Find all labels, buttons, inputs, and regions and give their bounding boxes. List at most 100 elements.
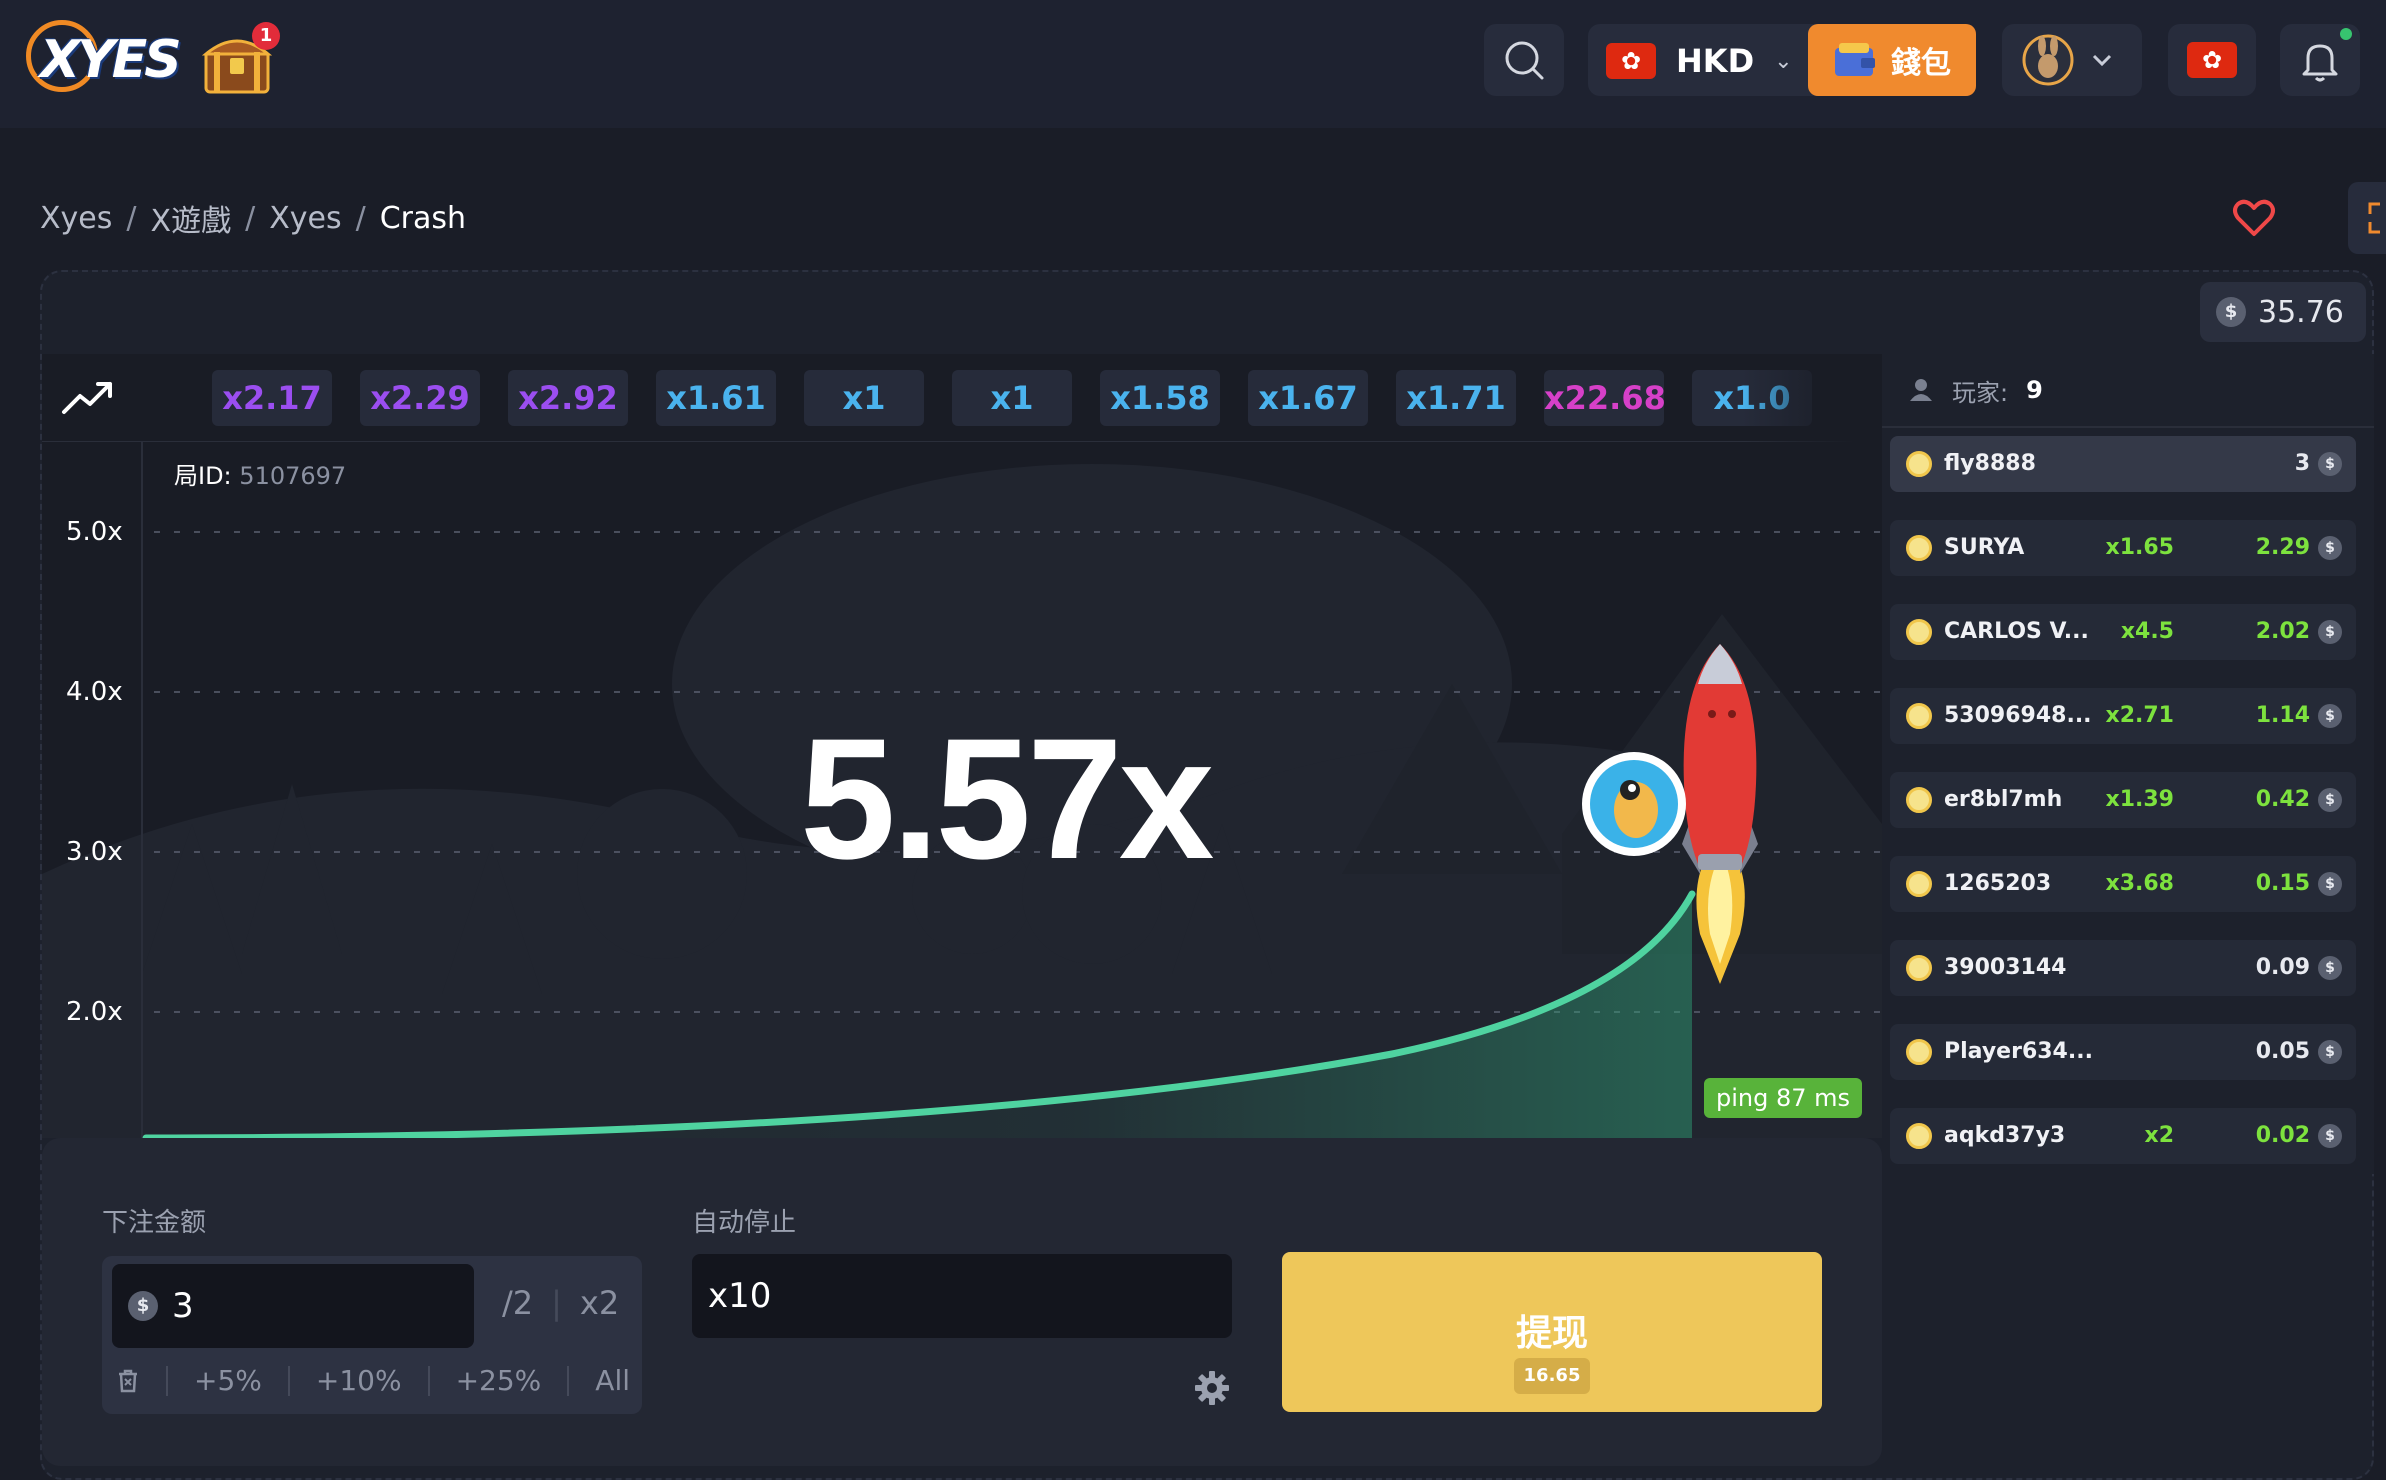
quick-divider xyxy=(287,1365,290,1396)
player-multiplier: x1.65 xyxy=(2105,535,2174,560)
astronaut-icon xyxy=(1582,752,1686,856)
bet-amount-value: 3 xyxy=(172,1286,194,1326)
history-chip[interactable]: x2.92 xyxy=(508,370,628,426)
players-header: 玩家: 9 xyxy=(1882,354,2374,428)
player-name: 1265203 xyxy=(1944,871,2052,896)
history-list: x2.17 x2.29 x2.92 x1.61 x1 x1 x1.58 x1.67 x1.71 x… xyxy=(212,370,1812,426)
treasure-chest-icon[interactable]: 1 xyxy=(200,22,280,100)
wallet-label: 錢包 xyxy=(1891,46,1951,81)
players-panel: 玩家: 9 fly8888 3 $ SURYA x1.65 2.29 $ CARLOS V..… xyxy=(1882,354,2374,1174)
player-amount: 0.05 xyxy=(2255,1039,2310,1064)
currency-code: HKD xyxy=(1676,42,1755,80)
cashout-button[interactable]: 提现 16.65 xyxy=(1282,1252,1822,1412)
history-chip[interactable]: x1 xyxy=(952,370,1072,426)
history-chip[interactable]: x1.61 xyxy=(656,370,776,426)
player-name: fly8888 xyxy=(1944,451,2036,476)
history-chip[interactable]: x1 xyxy=(804,370,924,426)
player-multiplier: x4.5 xyxy=(2120,619,2174,644)
ops-divider: | xyxy=(551,1284,562,1322)
player-name: aqkd37y3 xyxy=(1944,1123,2066,1148)
breadcrumb-item[interactable]: Xyes xyxy=(40,201,112,236)
balance-value: 35.76 xyxy=(2258,294,2344,330)
coin-icon: $ xyxy=(2216,297,2246,327)
player-name: CARLOS V... xyxy=(1944,619,2089,644)
y-axis-label: 3.0x xyxy=(66,837,123,867)
quick-divider xyxy=(166,1365,168,1396)
player-amount: 0.09 xyxy=(2255,955,2310,980)
player-multiplier: x1.39 xyxy=(2105,787,2174,812)
settings-button[interactable] xyxy=(1194,1370,1230,1406)
plus-5-percent-button[interactable]: +5% xyxy=(194,1364,262,1397)
player-amount: 0.15 xyxy=(2255,871,2310,896)
fullscreen-button[interactable] xyxy=(2348,182,2386,254)
search-button[interactable] xyxy=(1484,24,1564,96)
player-coin-icon xyxy=(1906,1123,1932,1149)
round-id-value: 5107697 xyxy=(239,462,347,490)
player-amount: 2.29 xyxy=(2255,535,2310,560)
y-axis-label: 4.0x xyxy=(66,677,123,707)
history-chip[interactable]: x1.67 xyxy=(1248,370,1368,426)
cashout-amount: 16.65 xyxy=(1514,1358,1590,1394)
bet-amount-box: $ 3 /2 | x2 +5% +10% +25% All xyxy=(102,1256,642,1414)
chevron-down-icon: ⌄ xyxy=(1774,48,1793,74)
user-icon xyxy=(1910,379,1932,401)
history-chip[interactable]: x1.58 xyxy=(1100,370,1220,426)
history-chip[interactable]: x2.17 xyxy=(212,370,332,426)
history-chip[interactable]: x22.68 xyxy=(1544,370,1666,426)
all-in-button[interactable]: All xyxy=(595,1364,630,1397)
plus-25-percent-button[interactable]: +25% xyxy=(456,1364,542,1397)
hk-flag-icon xyxy=(1606,43,1656,79)
search-icon xyxy=(1505,41,1544,80)
gear-icon xyxy=(1195,1371,1229,1405)
player-name: er8bl7mh xyxy=(1944,787,2063,812)
player-row: 39003144 0.09 $ xyxy=(1890,940,2356,996)
player-row: Player634... 0.05 $ xyxy=(1890,1024,2356,1080)
bet-amount-label: 下注金额 xyxy=(102,1208,207,1238)
double-bet-button[interactable]: x2 xyxy=(580,1284,619,1322)
favorite-button[interactable] xyxy=(2230,194,2278,242)
player-amount: 0.02 xyxy=(2255,1123,2310,1148)
quick-divider xyxy=(427,1365,430,1396)
chevron-down-icon xyxy=(2092,54,2112,67)
ping-badge: ping 87 ms xyxy=(1704,1078,1862,1118)
player-amount: 0.42 xyxy=(2255,787,2310,812)
player-row: SURYA x1.65 2.29 $ xyxy=(1890,520,2356,576)
player-row: 53096948... x2.71 1.14 $ xyxy=(1890,688,2356,744)
breadcrumb-separator: / xyxy=(355,200,366,236)
round-id: 局ID: 5107697 xyxy=(174,456,346,491)
player-coin-icon xyxy=(1906,955,1932,981)
plus-10-percent-button[interactable]: +10% xyxy=(316,1364,402,1397)
coin-icon: $ xyxy=(2318,620,2342,644)
auto-stop-label: 自动停止 xyxy=(692,1208,797,1238)
history-chip[interactable]: x1.71 xyxy=(1396,370,1516,426)
top-header: XYES 1 HKD ⌄ 錢包 xyxy=(0,0,2386,128)
half-bet-button[interactable]: /2 xyxy=(502,1284,533,1322)
logo-text: XYES xyxy=(40,30,182,90)
bet-quick-row: +5% +10% +25% All xyxy=(116,1364,630,1397)
xyes-logo[interactable]: XYES xyxy=(26,20,182,100)
history-chip[interactable]: x2.29 xyxy=(360,370,480,426)
y-axis-label: 2.0x xyxy=(66,997,123,1027)
breadcrumb-item[interactable]: X遊戲 xyxy=(151,196,232,240)
bet-amount-input[interactable]: $ 3 xyxy=(112,1264,474,1348)
trend-chart-icon[interactable] xyxy=(60,376,116,420)
players-count: 9 xyxy=(2026,376,2043,404)
cashout-label: 提现 xyxy=(1515,1313,1588,1354)
coin-icon: $ xyxy=(2318,788,2342,812)
bet-panel: 下注金额 $ 3 /2 | x2 +5% +10% +25% All 自动停止 … xyxy=(42,1138,1882,1466)
auto-stop-input[interactable]: x10 xyxy=(692,1254,1232,1338)
avatar xyxy=(2022,34,2074,86)
player-row: er8bl7mh x1.39 0.42 $ xyxy=(1890,772,2356,828)
notifications-button[interactable] xyxy=(2280,24,2360,96)
player-name: 53096948... xyxy=(1944,703,2092,728)
player-amount: 2.02 xyxy=(2255,619,2310,644)
user-menu-button[interactable] xyxy=(2002,24,2142,96)
player-row: CARLOS V... x4.5 2.02 $ xyxy=(1890,604,2356,660)
players-label: 玩家: xyxy=(1952,378,2009,407)
language-selector[interactable] xyxy=(2168,24,2256,96)
player-coin-icon xyxy=(1906,619,1932,645)
wallet-button[interactable]: 錢包 xyxy=(1808,24,1976,96)
breadcrumb-item[interactable]: Xyes xyxy=(269,201,341,236)
player-coin-icon xyxy=(1906,1039,1932,1065)
trash-icon[interactable] xyxy=(116,1368,140,1394)
